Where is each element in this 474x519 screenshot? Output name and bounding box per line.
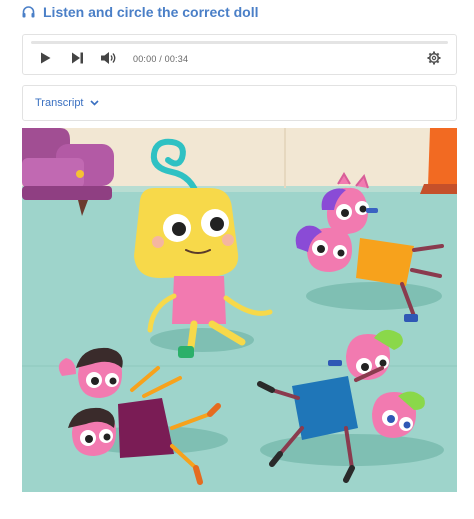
audio-progress-bar[interactable]	[31, 41, 448, 44]
volume-button[interactable]	[99, 51, 117, 70]
settings-icon	[427, 51, 441, 70]
audio-player: 00:00 / 00:34	[22, 34, 457, 75]
play-button[interactable]	[38, 52, 52, 68]
exercise-title-row: Listen and circle the correct doll	[22, 3, 259, 21]
transcript-label: Transcript	[35, 97, 84, 109]
dolls-illustration	[22, 128, 457, 492]
headphones-icon	[22, 6, 35, 18]
skip-forward-icon	[71, 51, 84, 69]
skip-forward-button[interactable]	[69, 52, 85, 68]
exercise-title: Listen and circle the correct doll	[43, 4, 259, 20]
audio-time-display: 00:00 / 00:34	[133, 54, 189, 64]
settings-button[interactable]	[426, 51, 442, 70]
transcript-toggle[interactable]: Transcript	[35, 97, 99, 109]
play-icon	[40, 51, 51, 69]
chevron-down-icon	[89, 97, 99, 109]
volume-icon	[100, 51, 117, 70]
transcript-panel: Transcript	[22, 85, 457, 121]
